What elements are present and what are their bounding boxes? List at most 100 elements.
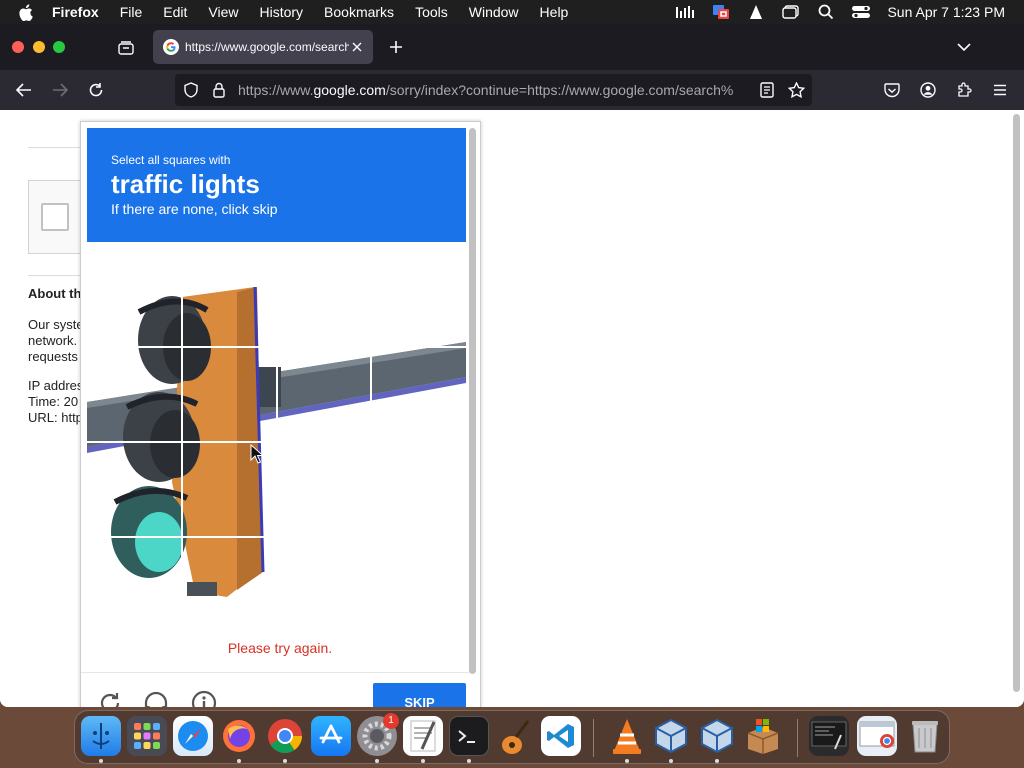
window-switch-icon[interactable] [780,4,802,20]
list-tabs-chevron-down-icon[interactable] [954,38,974,56]
challenge-header: Select all squares with traffic lights I… [87,128,466,242]
stats-menu-icon[interactable] [675,4,697,20]
explanation-line: requests [28,349,78,364]
explanation-line: Our syste [28,317,84,332]
virtualbox-vm-icon[interactable] [697,716,737,756]
navigation-toolbar: https://www.google.com/sorry/index?conti… [0,70,1024,110]
reload-challenge-icon[interactable] [97,690,123,707]
explanation-line: network. [28,333,78,348]
tab-manager-icon[interactable] [116,38,136,56]
page-content: About th Our syste network. requests IP … [0,110,1024,707]
url-text[interactable]: https://www.google.com/sorry/index?conti… [238,82,748,98]
url-line: URL: http [28,410,83,425]
ip-address-line: IP addres [28,378,84,393]
textedit-icon[interactable] [403,716,443,756]
vlc-icon[interactable] [607,716,647,756]
pocket-icon[interactable] [882,81,902,99]
bookmark-star-icon[interactable] [787,81,805,99]
dock: 1 [74,710,950,764]
audio-challenge-headphones-icon[interactable] [143,690,169,707]
tracking-protection-shield-icon[interactable] [183,82,199,98]
challenge-scrollbar[interactable] [469,128,476,674]
new-tab-icon[interactable] [386,38,406,56]
divider [28,275,88,276]
divider [28,147,88,148]
running-indicator [669,759,673,763]
running-indicator [625,759,629,763]
running-indicator [467,759,471,763]
dock-separator [593,719,594,757]
notification-badge: 1 [383,713,399,729]
apple-icon[interactable] [18,3,38,21]
terminal-icon[interactable] [449,716,489,756]
safari-icon[interactable] [173,716,213,756]
recaptcha-checkbox[interactable] [41,203,69,231]
app-store-icon[interactable] [311,716,351,756]
explanation-text: Our syste network. requests [28,317,84,365]
menu-edit[interactable]: Edit [163,4,187,20]
running-indicator [283,759,287,763]
control-center-icon[interactable] [850,4,872,20]
hamburger-menu-icon[interactable] [990,81,1010,99]
trash-icon[interactable] [905,716,945,756]
page-scrollbar[interactable] [1013,114,1020,692]
request-details: IP addres Time: 20 URL: http [28,378,83,426]
running-indicator [421,759,425,763]
spotlight-search-icon[interactable] [815,4,837,20]
virtualbox-icon[interactable] [651,716,691,756]
windows-vm-box-icon[interactable] [743,716,783,756]
error-message: Please try again. [227,640,333,656]
minimize-window-button[interactable] [33,41,45,53]
zoom-window-button[interactable] [53,41,65,53]
menu-history[interactable]: History [259,4,303,20]
menu-clock[interactable]: Sun Apr 7 1:23 PM [887,4,1005,20]
reload-icon[interactable] [86,81,106,99]
challenge-target: traffic lights [111,169,260,199]
running-indicator [237,759,241,763]
menu-bar: Firefox File Edit View History Bookmarks… [0,0,1024,24]
menu-window[interactable]: Window [469,4,519,20]
recaptcha-checkbox-widget [28,180,84,254]
garageband-guitar-icon[interactable] [495,716,535,756]
menu-view[interactable]: View [208,4,238,20]
reader-view-icon[interactable] [759,82,775,98]
lock-icon[interactable] [211,82,227,98]
challenge-instruction: Select all squares with [111,153,231,167]
close-window-button[interactable] [12,41,24,53]
menu-tools[interactable]: Tools [415,4,448,20]
finder-icon[interactable] [81,716,121,756]
vlc-menu-icon[interactable] [745,4,767,20]
mouse-cursor-icon [250,444,264,464]
back-arrow-icon[interactable] [14,81,34,99]
skip-button[interactable]: SKIP [373,683,466,707]
firefox-icon[interactable] [219,716,259,756]
launchpad-icon[interactable] [127,716,167,756]
dock-separator [797,719,798,757]
footer-divider [81,672,469,673]
challenge-image-grid[interactable] [87,252,466,632]
browser-window: https://www.google.com/search https://ww… [0,24,1024,707]
screen-share-icon[interactable] [710,4,732,20]
chrome-icon[interactable] [265,716,305,756]
extensions-puzzle-icon[interactable] [954,81,974,99]
vscode-icon[interactable] [541,716,581,756]
google-favicon-icon [163,39,179,55]
tab-bar: https://www.google.com/search [0,24,1024,70]
account-icon[interactable] [918,81,938,99]
time-line: Time: 20 [28,394,79,409]
running-indicator [99,759,103,763]
running-indicator [375,759,379,763]
menu-app-firefox[interactable]: Firefox [52,4,99,20]
url-bar[interactable]: https://www.google.com/sorry/index?conti… [175,74,812,106]
menu-bookmarks[interactable]: Bookmarks [324,4,394,20]
menu-file[interactable]: File [120,4,143,20]
browser-window-thumbnail-icon[interactable] [857,716,897,756]
screenshot-thumbnail-icon[interactable] [809,716,849,756]
running-indicator [715,759,719,763]
tab-close-icon[interactable] [349,39,365,55]
tab-google-search[interactable]: https://www.google.com/search [153,30,373,64]
forward-arrow-icon[interactable] [50,81,70,99]
menu-help[interactable]: Help [540,4,569,20]
challenge-hint: If there are none, click skip [111,201,278,217]
info-icon[interactable] [191,690,217,707]
